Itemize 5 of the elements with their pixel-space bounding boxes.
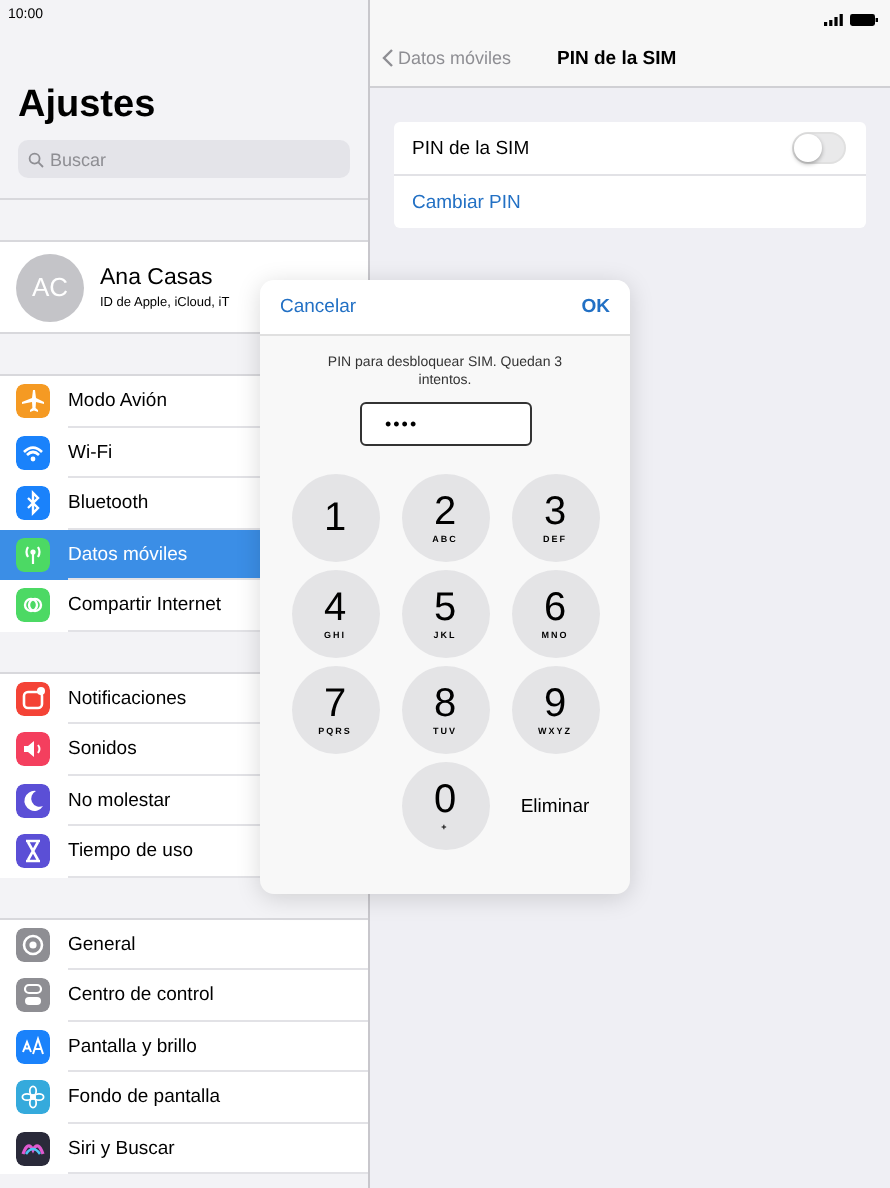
page-title: Ajustes — [18, 84, 156, 128]
avatar: AC — [16, 253, 84, 321]
profile-name: Ana Casas — [100, 265, 213, 289]
nav-title: PIN de la SIM — [557, 47, 677, 69]
setting-label: PIN de la SIM — [412, 137, 530, 159]
